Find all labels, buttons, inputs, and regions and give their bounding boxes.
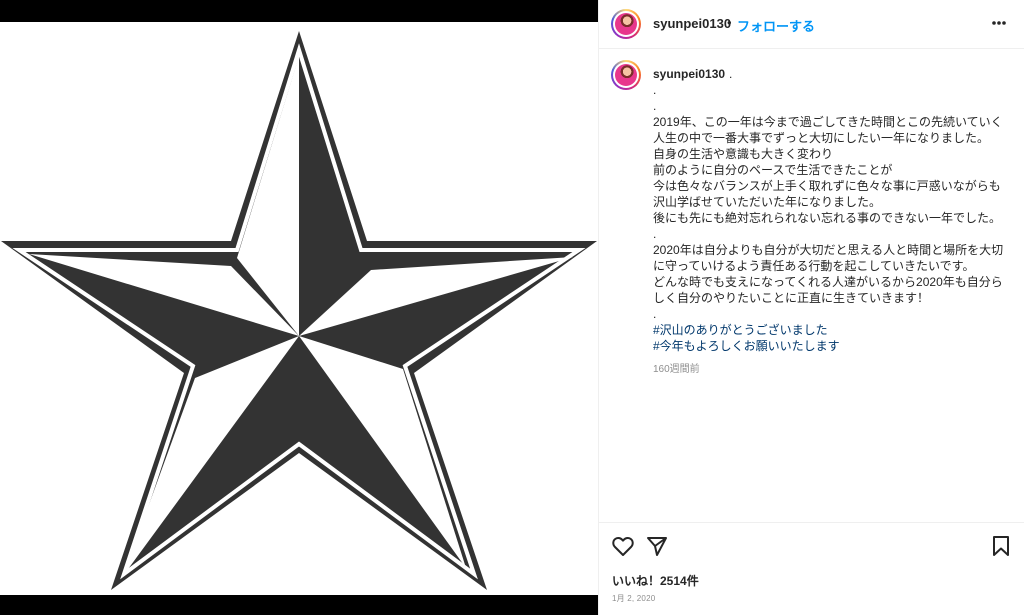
caption-block: syunpei0130. . . 2019年、この一年は今まで過ごしてきた時間と…	[653, 66, 1009, 378]
post-image	[0, 22, 598, 595]
hashtag-link[interactable]: #今年もよろしくお願いいたします	[653, 338, 1009, 354]
caption-text: . . . 2019年、この一年は今まで過ごしてきた時間とこの先続いていく人生の…	[653, 67, 1004, 321]
nautical-star-image	[1, 31, 597, 590]
post-username[interactable]: syunpei0130	[653, 16, 731, 31]
post-actions: いいね！2514件 1月 2, 2020	[599, 522, 1024, 616]
follow-button[interactable]: フォローする	[737, 16, 815, 35]
caption-time-ago: 160週間前	[653, 364, 700, 375]
post-side-panel: syunpei0130 • フォローする syunpei0130. . . 20…	[599, 0, 1024, 615]
separator-dot: •	[727, 15, 732, 30]
bookmark-icon[interactable]	[989, 534, 1013, 558]
heart-icon[interactable]	[611, 534, 635, 558]
avatar[interactable]	[611, 9, 641, 39]
post-media	[0, 0, 598, 615]
post-header: syunpei0130 • フォローする	[599, 0, 1024, 49]
caption-avatar[interactable]	[611, 60, 641, 90]
caption-username[interactable]: syunpei0130	[653, 67, 725, 81]
hashtag-link[interactable]: #沢山のありがとうございました	[653, 322, 1009, 338]
likes-count[interactable]: いいね！2514件	[612, 572, 699, 589]
post-date: 1月 2, 2020	[612, 594, 656, 603]
send-icon[interactable]	[645, 534, 669, 558]
more-horizontal-icon[interactable]	[991, 20, 1007, 26]
